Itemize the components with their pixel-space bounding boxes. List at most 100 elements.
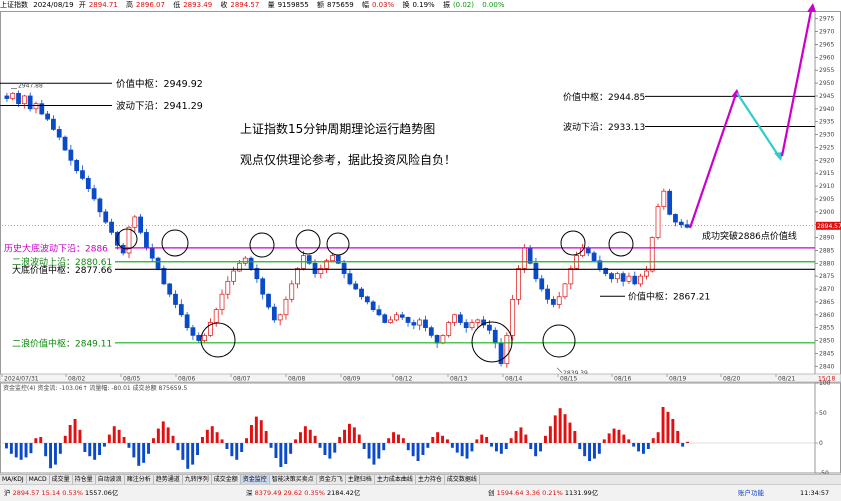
flow-bar <box>676 431 680 443</box>
candle-body <box>370 301 376 310</box>
chart-canvas[interactable]: 2840 2845 2850 2855 2860 2865 2870 2875 2880 2885… <box>0 0 841 474</box>
candle-body <box>556 296 562 305</box>
high-marker-label: 2947.88 <box>18 83 43 90</box>
indicator-tab[interactable]: 持仓量 <box>73 475 96 484</box>
flow-bar <box>274 443 278 458</box>
candle-body <box>353 283 359 290</box>
candle-body <box>626 275 632 282</box>
flow-bar <box>455 443 459 453</box>
candle-body <box>178 304 184 316</box>
indicator-tab[interactable]: 趋势通道 <box>154 475 183 484</box>
flow-bar <box>431 437 435 443</box>
candle-body <box>16 93 21 105</box>
flow-bar <box>588 443 592 461</box>
price-axis: 2840 2845 2850 2855 2860 2865 2870 2875 2880 2885… <box>815 16 841 370</box>
flow-bar <box>387 438 391 443</box>
flow-bar <box>127 443 131 448</box>
index-sz[interactable]: 深 8379.49 29.62 0.35% 2184.42亿 <box>246 485 360 501</box>
flow-bar <box>235 443 239 460</box>
indicator-tab[interactable]: 资金方飞 <box>317 475 346 484</box>
flow-bar <box>328 443 332 459</box>
candle-body <box>85 177 91 189</box>
account-function-link[interactable]: 账户功能 <box>738 485 764 501</box>
highlight-circle <box>542 324 576 358</box>
index-cy[interactable]: 创 1594.64 3.36 0.21% 1131.99亿 <box>488 485 598 501</box>
flow-bar <box>372 443 376 465</box>
candle-body <box>4 95 10 99</box>
flow-bar <box>607 433 611 443</box>
candle-body <box>103 211 109 223</box>
indicator-tab[interactable]: 主题归档 <box>346 475 375 484</box>
flow-bar <box>509 438 513 443</box>
indicator-tab[interactable]: 主力持仓 <box>416 475 445 484</box>
candle-body <box>190 327 196 336</box>
price-tick-label: 2975 <box>819 16 834 23</box>
candle-body <box>463 322 469 329</box>
candle-body <box>167 283 173 295</box>
candle-body <box>446 322 452 336</box>
flow-bar <box>9 443 13 454</box>
flow-bar <box>470 443 474 452</box>
date-tick-label: 08/13 <box>450 376 467 383</box>
price-tick-label: 2930 <box>819 132 834 139</box>
price-tick-label: 2880 <box>819 260 834 267</box>
indicator-tab[interactable]: 成交量 <box>50 475 73 484</box>
highlight-circle <box>326 232 350 256</box>
candle-body <box>661 190 667 208</box>
flow-tick-label: 50 <box>819 410 827 417</box>
candle-body <box>510 298 516 336</box>
indicator-tab[interactable]: 成交金额 <box>212 475 241 484</box>
flow-bar <box>24 443 28 458</box>
date-tick-label: 2024/07/31 <box>4 376 39 383</box>
flow-bar <box>333 443 337 453</box>
candle-body <box>568 268 574 285</box>
candle-body <box>417 319 423 326</box>
flow-bar <box>161 421 165 443</box>
candle-body <box>649 237 655 272</box>
level-label: 大底价值中枢：2877.66 <box>12 264 112 276</box>
candle-body <box>591 252 597 262</box>
flow-bar <box>279 443 283 467</box>
price-tick-label: 2910 <box>819 183 834 190</box>
indicator-tab[interactable]: 智能决策买卖点 <box>270 475 317 484</box>
date-tick-label: 08/20 <box>723 376 740 383</box>
flow-panel-border <box>0 382 841 474</box>
flow-bar <box>93 443 97 460</box>
price-tick-label: 2860 <box>819 312 834 319</box>
index-sh[interactable]: 沪 2894.57 15.14 0.53% 1557.06亿 <box>4 485 118 501</box>
indicator-tab[interactable]: 赌注分析 <box>125 475 154 484</box>
indicator-tab[interactable]: MA/KDJ <box>0 475 27 484</box>
candle-body <box>434 335 440 344</box>
price-tick-label: 2960 <box>819 54 834 61</box>
highlight-circle <box>249 232 275 258</box>
indicator-tab[interactable]: 主力成本曲线 <box>375 475 416 484</box>
candle-body <box>295 268 300 285</box>
price-tick-label: 2920 <box>819 157 834 164</box>
candle-body <box>80 170 85 179</box>
indicator-tab[interactable]: 成交数据线 <box>445 475 480 484</box>
flow-bar <box>583 443 587 457</box>
index-cy-name: 创 <box>488 489 495 497</box>
candle-body <box>521 247 527 269</box>
flow-bar <box>63 435 67 443</box>
indicator-tab[interactable]: 自动波浪 <box>96 475 125 484</box>
candle-body <box>678 221 684 226</box>
flow-bar <box>421 443 425 455</box>
candle-body <box>376 309 382 316</box>
flow-bar <box>524 434 528 443</box>
highlight-circle <box>161 229 189 257</box>
flow-bar <box>39 437 43 443</box>
indicator-tab[interactable]: 九转序列 <box>183 475 212 484</box>
indicator-tab[interactable]: MACD <box>27 475 50 484</box>
candle-body <box>56 129 62 138</box>
flow-bar <box>176 443 180 451</box>
level-label: 波动下沿：2933.13 <box>563 121 645 133</box>
candle-body <box>475 319 481 323</box>
flow-bar <box>617 429 621 443</box>
annotation-texts: 价值中枢：2949.92波动下沿：2941.29历史大底波动下沿：2886二浪波… <box>4 78 797 350</box>
projection-up-2 <box>780 5 814 157</box>
indicator-tab[interactable]: 资金监控 <box>240 475 270 484</box>
candle-body <box>667 190 673 215</box>
index-sh-change: 15.14 <box>41 489 61 497</box>
flow-bar <box>543 435 547 443</box>
